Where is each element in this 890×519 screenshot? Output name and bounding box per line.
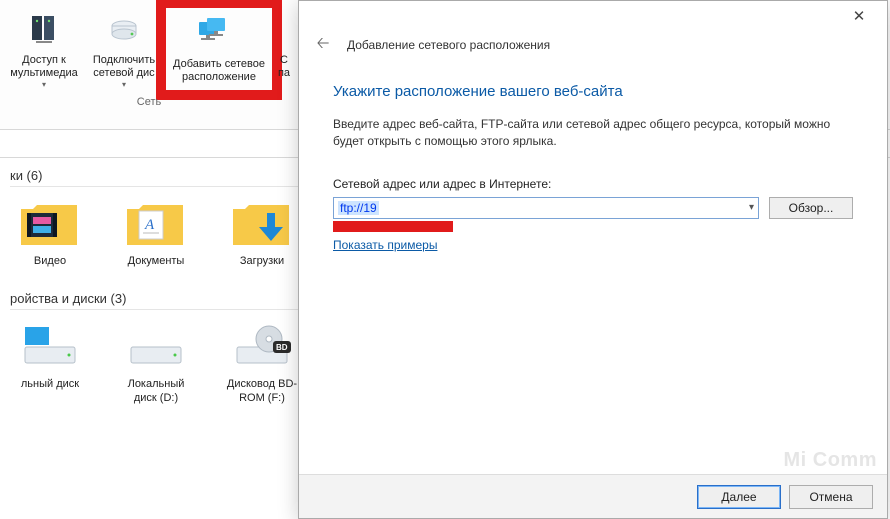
dropdown-icon: ▾ — [42, 80, 46, 90]
network-address-input[interactable]: ftp://19 ▾ — [333, 197, 759, 219]
folder-videos[interactable]: Видео — [10, 197, 90, 269]
browse-button[interactable]: Обзор... — [769, 197, 853, 219]
ribbon-btn-label: Добавить сетевое расположение — [168, 58, 270, 84]
local-disk-icon — [124, 320, 188, 374]
drive-local-c[interactable]: льный диск — [10, 320, 90, 406]
cancel-button[interactable]: Отмена — [789, 485, 873, 509]
ribbon-group-network: Доступ к мультимедиа ▾ Подключить сетево… — [4, 6, 294, 108]
button-label: Обзор... — [789, 201, 834, 215]
tile-label: Дисковод BD-ROM (F:) — [222, 378, 302, 406]
chevron-down-icon[interactable]: ▾ — [749, 202, 754, 213]
button-label: Далее — [721, 490, 756, 504]
dialog-body: Укажите расположение вашего веб-сайта Вв… — [299, 71, 887, 474]
map-drive-icon — [106, 10, 142, 50]
ribbon-btn-map-drive[interactable]: Подключить сетевой дис ▾ — [84, 6, 164, 94]
dropdown-icon: ▾ — [122, 80, 126, 90]
next-button[interactable]: Далее — [697, 485, 781, 509]
link-label: Показать примеры — [333, 238, 437, 252]
dialog-heading: Укажите расположение вашего веб-сайта — [333, 83, 853, 100]
show-examples-link[interactable]: Показать примеры — [333, 238, 437, 252]
input-value: ftp://19 — [338, 201, 379, 215]
close-icon: ✕ — [853, 7, 866, 25]
ribbon-btn-add-network-location[interactable]: Добавить сетевое расположение — [164, 6, 274, 92]
tile-label: Загрузки — [240, 255, 284, 269]
ribbon-btn-label: С па — [276, 54, 292, 80]
media-server-icon — [26, 10, 62, 50]
folder-downloads[interactable]: Загрузки — [222, 197, 302, 269]
address-field-label: Сетевой адрес или адрес в Интернете: — [333, 177, 853, 191]
folder-documents[interactable]: A Документы — [116, 197, 196, 269]
videos-folder-icon — [18, 197, 82, 251]
tile-label: льный диск — [21, 378, 79, 392]
dialog-header: 🡠 Добавление сетевого расположения — [299, 31, 887, 71]
ribbon-group-label: Сеть — [137, 96, 161, 108]
dialog-description: Введите адрес веб-сайта, FTP-сайта или с… — [333, 116, 853, 151]
tile-label: Видео — [34, 255, 66, 269]
dialog-titlebar: ✕ — [299, 1, 887, 31]
documents-folder-icon: A — [124, 197, 188, 251]
ribbon-btn-media-access[interactable]: Доступ к мультимедиа ▾ — [4, 6, 84, 94]
tile-label: Документы — [128, 255, 185, 269]
dialog-footer: Далее Отмена — [299, 474, 887, 518]
svg-text:BD: BD — [276, 343, 288, 352]
ribbon-btn-control-panel[interactable]: С па — [274, 6, 294, 84]
tile-label: Локальный диск (D:) — [116, 378, 196, 406]
drive-bd-rom[interactable]: BD Дисковод BD-ROM (F:) — [222, 320, 302, 406]
svg-text:A: A — [144, 217, 155, 233]
downloads-folder-icon — [230, 197, 294, 251]
add-network-location-icon — [197, 14, 241, 54]
add-network-location-dialog: ✕ 🡠 Добавление сетевого расположения Ука… — [298, 0, 888, 519]
local-disk-icon — [18, 320, 82, 374]
dialog-title: Добавление сетевого расположения — [347, 38, 550, 52]
ribbon-btn-label: Подключить сетевой дис — [86, 54, 162, 80]
back-button[interactable]: 🡠 — [313, 35, 333, 55]
close-button[interactable]: ✕ — [839, 2, 879, 30]
button-label: Отмена — [809, 490, 852, 504]
redaction-bar — [333, 221, 453, 232]
arrow-left-icon: 🡠 — [317, 32, 330, 59]
ribbon-btn-label: Доступ к мультимедиа — [6, 54, 82, 80]
bd-rom-icon: BD — [230, 320, 294, 374]
drive-local-d[interactable]: Локальный диск (D:) — [116, 320, 196, 406]
